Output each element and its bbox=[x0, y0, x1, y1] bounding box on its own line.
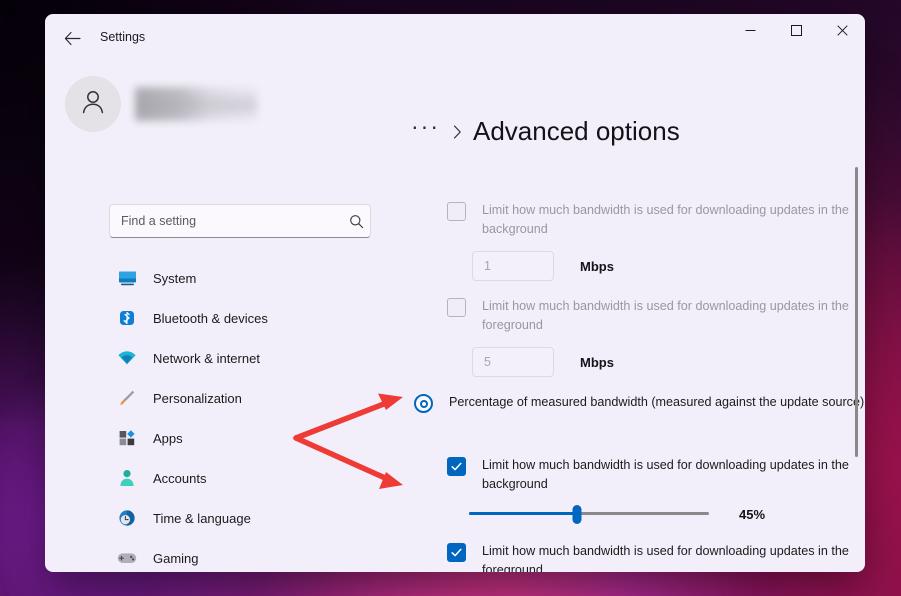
search-input[interactable] bbox=[110, 214, 342, 228]
sidebar-item-label: Gaming bbox=[153, 550, 199, 566]
minimize-button[interactable] bbox=[727, 14, 773, 46]
absolute-foreground-checkbox[interactable] bbox=[447, 298, 466, 317]
clock-icon bbox=[113, 509, 141, 527]
settings-scroll-area: Limit how much bandwidth is used for dow… bbox=[351, 171, 865, 572]
sidebar-item-label: Network & internet bbox=[153, 350, 260, 366]
percentage-radio-label: Percentage of measured bandwidth (measur… bbox=[449, 395, 865, 409]
page-title: Advanced options bbox=[472, 116, 680, 146]
absolute-background-input[interactable]: 1 bbox=[472, 251, 554, 281]
minimize-icon bbox=[745, 25, 756, 36]
sidebar-item-gaming[interactable]: Gaming bbox=[109, 538, 359, 572]
sidebar-item-label: System bbox=[153, 270, 197, 286]
close-button[interactable] bbox=[819, 14, 865, 46]
check-icon bbox=[451, 462, 462, 471]
person-avatar-icon bbox=[78, 87, 108, 122]
monitor-icon bbox=[113, 270, 141, 287]
wifi-icon bbox=[113, 350, 141, 366]
absolute-background-checkbox[interactable] bbox=[447, 202, 466, 221]
window-controls bbox=[727, 14, 865, 46]
percent-background-label: Limit how much bandwidth is used for dow… bbox=[482, 458, 849, 491]
content-pane: ··· Advanced options Limit how much band… bbox=[351, 61, 865, 573]
slider-fill bbox=[469, 512, 577, 515]
sidebar-item-network-internet[interactable]: Network & internet bbox=[109, 338, 359, 378]
slider-thumb[interactable] bbox=[572, 505, 582, 524]
percent-foreground-label: Limit how much bandwidth is used for dow… bbox=[482, 544, 849, 572]
account-header[interactable] bbox=[65, 76, 257, 132]
absolute-foreground-value-row: 5 Mbps bbox=[472, 347, 614, 377]
absolute-foreground-label: Limit how much bandwidth is used for dow… bbox=[482, 299, 849, 332]
percent-background-value: 45% bbox=[739, 506, 766, 522]
percent-foreground-option: Limit how much bandwidth is used for dow… bbox=[447, 542, 865, 572]
back-arrow-icon bbox=[64, 31, 81, 46]
sidebar-item-apps[interactable]: Apps bbox=[109, 418, 359, 458]
gamepad-icon bbox=[113, 551, 141, 565]
sidebar-item-system[interactable]: System bbox=[109, 258, 359, 298]
window-title: Settings bbox=[100, 30, 146, 44]
absolute-foreground-unit: Mbps bbox=[580, 354, 614, 370]
avatar bbox=[65, 76, 121, 132]
sidebar-item-label: Personalization bbox=[153, 390, 242, 406]
maximize-icon bbox=[790, 24, 802, 36]
settings-window: Settings Find a setting System Bluetooth… bbox=[45, 14, 865, 572]
percent-foreground-checkbox[interactable] bbox=[447, 543, 466, 562]
sidebar-item-label: Time & language bbox=[153, 510, 251, 526]
absolute-foreground-option: Limit how much bandwidth is used for dow… bbox=[447, 297, 865, 335]
person-icon bbox=[113, 469, 141, 487]
title-bar: Settings bbox=[45, 14, 865, 61]
back-button[interactable] bbox=[57, 23, 87, 53]
vertical-scrollbar[interactable] bbox=[855, 167, 858, 457]
absolute-background-value-row: 1 Mbps bbox=[472, 251, 614, 281]
sidebar-item-label: Accounts bbox=[153, 470, 207, 486]
percentage-radio-option[interactable]: Percentage of measured bandwidth (measur… bbox=[414, 393, 865, 413]
radio-dot bbox=[419, 399, 428, 408]
window-body: System Bluetooth & devices bbox=[45, 61, 865, 572]
apps-icon bbox=[113, 429, 141, 447]
breadcrumb-overflow-button[interactable]: ··· bbox=[411, 115, 440, 138]
bluetooth-icon bbox=[113, 309, 141, 327]
percent-background-slider-row: 45% bbox=[469, 504, 765, 524]
percent-background-checkbox[interactable] bbox=[447, 457, 466, 476]
percentage-radio-button[interactable] bbox=[414, 394, 433, 413]
sidebar-item-label: Bluetooth & devices bbox=[153, 310, 268, 326]
sidebar-item-time-language[interactable]: Time & language bbox=[109, 498, 359, 538]
search-box[interactable] bbox=[109, 204, 371, 238]
absolute-background-unit: Mbps bbox=[580, 258, 614, 274]
breadcrumb: ··· Advanced options bbox=[411, 115, 680, 147]
chevron-right-icon bbox=[453, 124, 462, 139]
sidebar-item-accounts[interactable]: Accounts bbox=[109, 458, 359, 498]
absolute-foreground-input[interactable]: 5 bbox=[472, 347, 554, 377]
sidebar: System Bluetooth & devices bbox=[45, 61, 371, 572]
maximize-button[interactable] bbox=[773, 14, 819, 46]
absolute-background-label: Limit how much bandwidth is used for dow… bbox=[482, 203, 849, 236]
check-icon bbox=[451, 548, 462, 557]
close-icon bbox=[836, 24, 848, 36]
percent-background-option: Limit how much bandwidth is used for dow… bbox=[447, 456, 865, 494]
sidebar-item-bluetooth-devices[interactable]: Bluetooth & devices bbox=[109, 298, 359, 338]
sidebar-nav-list: System Bluetooth & devices Network & int… bbox=[109, 258, 359, 572]
absolute-background-option: Limit how much bandwidth is used for dow… bbox=[447, 201, 865, 239]
paintbrush-icon bbox=[113, 389, 141, 407]
sidebar-item-personalization[interactable]: Personalization bbox=[109, 378, 359, 418]
account-name-redacted bbox=[135, 87, 257, 121]
sidebar-item-label: Apps bbox=[153, 430, 183, 446]
percent-background-slider[interactable] bbox=[469, 504, 709, 524]
